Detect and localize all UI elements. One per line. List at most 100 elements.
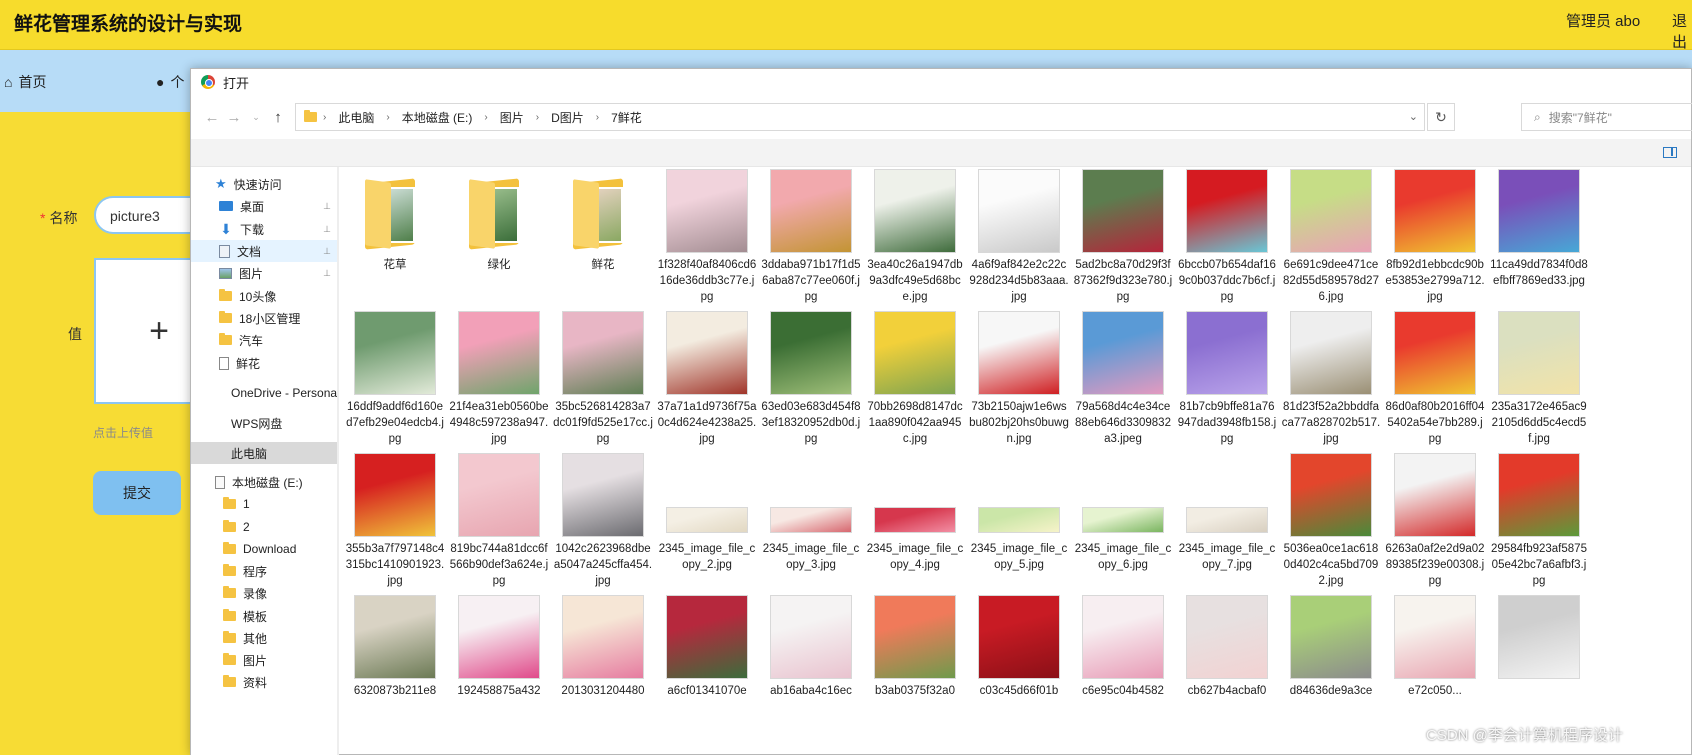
breadcrumb-item[interactable]: 本地磁盘 (E:) [402,109,473,126]
breadcrumb-separator-icon[interactable]: › [323,112,326,123]
back-icon[interactable]: ← [201,109,223,126]
nav-item[interactable]: 资料 [191,671,337,693]
file-tile[interactable]: 86d0af80b2016ff045402a54e7bb289.jpg [1385,311,1485,453]
file-tile[interactable]: 1f328f40af8406cd616de36ddb3c77e.jpg [657,169,757,311]
nav-item[interactable]: 图片 ⊥ [191,262,337,284]
folder-tile[interactable]: 鲜花 [553,169,653,311]
file-tile[interactable]: 37a71a1d9736f75a0c4d624e4238a25.jpg [657,311,757,453]
file-tile[interactable]: 3ddaba971b17f1d56aba87c77ee060f.jpg [761,169,861,311]
folder-tile[interactable]: 花草 [345,169,445,311]
pin-icon[interactable]: ⊥ [323,268,331,279]
nav-item[interactable]: 模板 [191,605,337,627]
nav-item[interactable]: 录像 [191,582,337,604]
nav-item-label: 汽车 [239,333,264,348]
file-tile[interactable]: c6e95c04b4582 [1073,595,1173,737]
file-tile[interactable]: 4a6f9af842e2c22c928d234d5b83aaa.jpg [969,169,1069,311]
folder-tile[interactable]: 绿化 [449,169,549,311]
file-tile[interactable]: 6320873b211e8 [345,595,445,737]
nav-item[interactable]: WPS网盘 [191,412,337,434]
file-tile[interactable]: 73b2150ajw1e6wsbu802bj20hs0buwgn.jpg [969,311,1069,453]
file-tile[interactable]: 3ea40c26a1947db9a3dfc49e5d68bce.jpg [865,169,965,311]
nav-item[interactable]: 10头像 [191,285,337,307]
pin-icon[interactable]: ⊥ [323,246,331,257]
file-tile[interactable]: 2345_image_file_copy_4.jpg [865,453,965,595]
nav-item[interactable]: 其他 [191,627,337,649]
breadcrumb-separator-icon[interactable]: › [484,112,487,123]
file-tile[interactable]: cb627b4acbaf0 [1177,595,1277,737]
file-tile[interactable]: 192458875a432 [449,595,549,737]
nav-item[interactable]: 此电脑 [191,442,337,464]
file-tile[interactable]: c03c45d66f01b [969,595,1069,737]
admin-user[interactable]: 管理员 abo [1566,10,1640,31]
logout-link[interactable]: 退出 [1672,10,1692,52]
menu-home[interactable]: ⌂ 首页 [4,72,46,92]
recent-chevron-icon[interactable]: ⌄ [245,112,267,123]
file-tile[interactable]: 6e691c9dee471ce82d55d589578d276.jpg [1281,169,1381,311]
search-input[interactable]: ⌕ 搜索"7鲜花" [1521,103,1692,131]
file-tile[interactable]: 81d23f52a2bbddfaca77a828702b517.jpg [1281,311,1381,453]
file-tile[interactable]: 1042c2623968dbea5047a245cffa454.jpg [553,453,653,595]
file-tile[interactable]: 5ad2bc8a70d29f3f87362f9d323e780.jpg [1073,169,1173,311]
nav-item[interactable]: ★ 快速访问 [191,173,337,195]
file-tile[interactable]: 5036ea0ce1ac6180d402c4ca5bd7092.jpg [1281,453,1381,595]
file-tile[interactable]: d84636de9a3ce [1281,595,1381,737]
submit-button[interactable]: 提交 [93,471,181,515]
breadcrumb-item[interactable]: D图片 [551,109,584,126]
file-tile[interactable]: 11ca49dd7834f0d8efbff7869ed33.jpg [1489,169,1589,311]
breadcrumb-separator-icon[interactable]: › [536,112,539,123]
file-tile[interactable]: 16ddf9addf6d160ed7efb29e04edcb4.jpg [345,311,445,453]
file-tile[interactable]: 235a3172e465ac92105d6dd5c4ecd5f.jpg [1489,311,1589,453]
nav-item[interactable]: 鲜花 [191,352,337,374]
file-tile[interactable]: 6263a0af2e2d9a0289385f239e00308.jpg [1385,453,1485,595]
file-tile[interactable]: 81b7cb9bffe81a76947dad3948fb158.jpg [1177,311,1277,453]
nav-item[interactable]: 本地磁盘 (E:) [191,471,337,493]
nav-item[interactable]: 18小区管理 [191,307,337,329]
file-tile[interactable]: 63ed03e683d454f83ef18320952db0d.jpg [761,311,861,453]
pin-icon[interactable]: ⊥ [323,224,331,235]
breadcrumb-item[interactable]: 此电脑 [338,109,374,126]
pin-icon[interactable]: ⊥ [323,201,331,212]
file-tile[interactable] [1489,595,1589,737]
nav-item[interactable]: OneDrive - Persona [191,382,337,404]
file-tile[interactable]: 70bb2698d8147dc1aa890f042aa945c.jpg [865,311,965,453]
breadcrumb-separator-icon[interactable]: › [386,112,389,123]
file-tile[interactable]: 29584fb923af587505e42bc7a6afbf3.jpg [1489,453,1589,595]
file-tile[interactable]: 6bccb07b654daf169c0b037ddc7b6cf.jpg [1177,169,1277,311]
nav-item[interactable]: 2 [191,516,337,538]
file-tile[interactable]: b3ab0375f32a0 [865,595,965,737]
file-tile[interactable]: 21f4ea31eb0560be4948c597238a947.jpg [449,311,549,453]
breadcrumb-item[interactable]: 7鲜花 [611,109,642,126]
up-icon[interactable]: ↑ [267,109,289,126]
address-dropdown-icon[interactable]: ⌄ [1409,110,1418,123]
forward-icon[interactable]: → [223,109,245,126]
refresh-icon[interactable]: ↻ [1427,103,1455,131]
nav-item[interactable]: 1 [191,493,337,515]
file-tile[interactable]: a6cf01341070e [657,595,757,737]
file-tile[interactable]: e72c050... [1385,595,1485,737]
nav-item[interactable]: 图片 [191,649,337,671]
nav-item[interactable]: Download [191,538,337,560]
nav-item[interactable]: 汽车 [191,329,337,351]
address-bar[interactable]: › 此电脑 › 本地磁盘 (E:) › 图片 › D图片 › 7鲜花 ⌄ [295,103,1425,131]
file-tile[interactable]: 2345_image_file_copy_3.jpg [761,453,861,595]
nav-item[interactable]: 桌面 ⊥ [191,195,337,217]
file-tile[interactable]: 2345_image_file_copy_6.jpg [1073,453,1173,595]
file-tile[interactable]: 2345_image_file_copy_2.jpg [657,453,757,595]
file-tile[interactable]: 819bc744a81dcc6f566b90def3a624e.jpg [449,453,549,595]
nav-item[interactable]: ⬇ 下载 ⊥ [191,218,337,240]
nav-item[interactable]: 程序 [191,560,337,582]
nav-item[interactable]: 文档 ⊥ [191,240,337,262]
preview-pane-icon[interactable] [1663,147,1677,158]
file-tile[interactable]: 8fb92d1ebbcdc90be53853e2799a712.jpg [1385,169,1485,311]
file-name: 5036ea0ce1ac6180d402c4ca5bd7092.jpg [1283,543,1379,587]
file-tile[interactable]: 2013031204480 [553,595,653,737]
menu-personal[interactable]: ● 个 [156,72,184,92]
file-tile[interactable]: 355b3a7f797148c4315bc1410901923.jpg [345,453,445,595]
file-tile[interactable]: 2345_image_file_copy_5.jpg [969,453,1069,595]
file-tile[interactable]: 35bc526814283a7dc01f9fd525e17cc.jpg [553,311,653,453]
file-tile[interactable]: ab16aba4c16ec [761,595,861,737]
file-tile[interactable]: 2345_image_file_copy_7.jpg [1177,453,1277,595]
breadcrumb-separator-icon[interactable]: › [596,112,599,123]
breadcrumb-item[interactable]: 图片 [500,109,524,126]
file-tile[interactable]: 79a568d4c4e34ce88eb646d3309832a3.jpeg [1073,311,1173,453]
